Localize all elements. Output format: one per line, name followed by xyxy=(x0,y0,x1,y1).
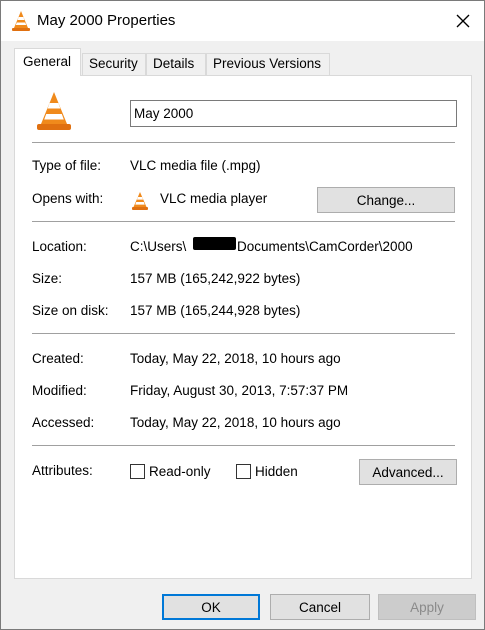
ok-button[interactable]: OK xyxy=(162,594,260,620)
type-of-file-label: Type of file: xyxy=(32,158,102,173)
redaction-mark xyxy=(193,237,236,250)
attributes-label: Attributes: xyxy=(32,463,93,478)
apply-button[interactable]: Apply xyxy=(378,594,476,620)
location-label: Location: xyxy=(32,239,87,254)
tab-general[interactable]: General xyxy=(14,48,81,76)
tab-details[interactable]: Details xyxy=(146,53,206,75)
change-button[interactable]: Change... xyxy=(317,187,455,213)
tab-security[interactable]: Security xyxy=(82,53,146,75)
close-button[interactable] xyxy=(441,1,485,41)
location-value-suffix: Documents\CamCorder\2000 xyxy=(237,239,413,254)
properties-dialog: May 2000 Properties General Security Det… xyxy=(0,0,485,630)
modified-label: Modified: xyxy=(32,383,87,398)
separator xyxy=(32,142,455,143)
size-on-disk-label: Size on disk: xyxy=(32,303,109,318)
vlc-cone-icon xyxy=(12,11,30,31)
general-panel: Type of file: VLC media file (.mpg) Open… xyxy=(14,75,472,579)
size-on-disk-value: 157 MB (165,244,928 bytes) xyxy=(130,303,301,318)
cancel-button[interactable]: Cancel xyxy=(270,594,370,620)
hidden-label[interactable]: Hidden xyxy=(255,464,298,479)
separator xyxy=(32,333,455,334)
size-label: Size: xyxy=(32,271,63,286)
opens-with-value: VLC media player xyxy=(160,191,268,206)
window-title: May 2000 Properties xyxy=(37,12,176,29)
opens-with-label: Opens with: xyxy=(32,191,104,206)
advanced-button[interactable]: Advanced... xyxy=(359,459,457,485)
type-of-file-value: VLC media file (.mpg) xyxy=(130,158,261,173)
accessed-value: Today, May 22, 2018, 10 hours ago xyxy=(130,415,341,430)
modified-value: Friday, August 30, 2013, 7:57:37 PM xyxy=(130,383,349,398)
separator xyxy=(32,221,455,222)
file-name-input[interactable] xyxy=(130,100,457,127)
close-icon xyxy=(456,14,470,28)
created-label: Created: xyxy=(32,351,84,366)
vlc-cone-icon xyxy=(37,92,71,130)
created-value: Today, May 22, 2018, 10 hours ago xyxy=(130,351,341,366)
vlc-cone-icon xyxy=(132,192,148,210)
size-value: 157 MB (165,242,922 bytes) xyxy=(130,271,301,286)
title-bar: May 2000 Properties xyxy=(1,1,484,41)
separator xyxy=(32,445,455,446)
accessed-label: Accessed: xyxy=(32,415,95,430)
location-value-prefix: C:\Users\ xyxy=(130,239,187,254)
hidden-checkbox[interactable] xyxy=(236,464,251,479)
read-only-label[interactable]: Read-only xyxy=(149,464,211,479)
read-only-checkbox[interactable] xyxy=(130,464,145,479)
tab-previous-versions[interactable]: Previous Versions xyxy=(206,53,330,75)
